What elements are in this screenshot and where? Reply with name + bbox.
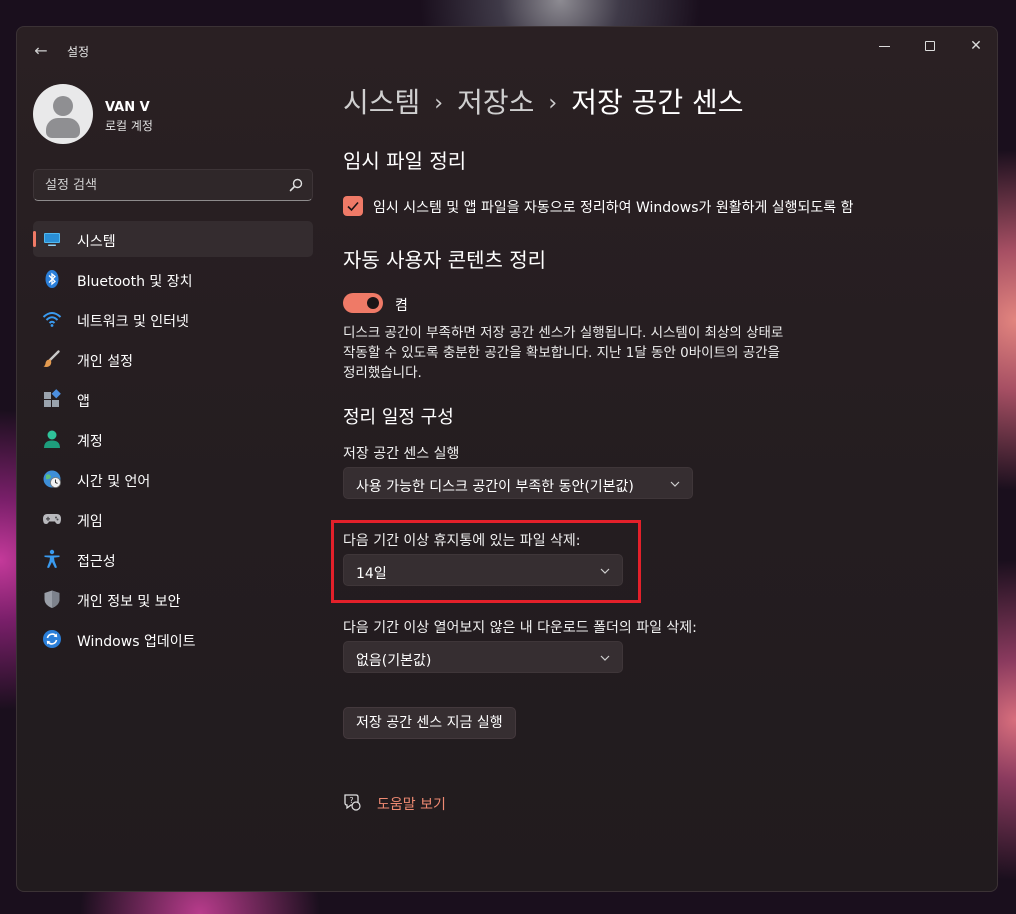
chevron-down-icon xyxy=(600,655,610,661)
sidebar-item-system[interactable]: 시스템 xyxy=(33,221,313,257)
temp-files-checkbox-label: 임시 시스템 및 앱 파일을 자동으로 정리하여 Windows가 원활하게 실… xyxy=(373,200,854,216)
sidebar-item-label: 네트워크 및 인터넷 xyxy=(77,314,189,330)
sidebar-item-label: 개인 설정 xyxy=(77,354,133,370)
sidebar-nav: 시스템 Bluetooth 및 장치 네트워크 및 인터넷 개인 설정 앱 계정… xyxy=(33,221,313,661)
sidebar-item-label: 접근성 xyxy=(77,554,116,570)
dropdown-value: 없음(기본값) xyxy=(356,653,432,669)
recycle-bin-label: 다음 기간 이상 휴지통에 있는 파일 삭제: xyxy=(343,533,581,549)
sidebar-item-windows-update[interactable]: Windows 업데이트 xyxy=(33,621,313,657)
sidebar-item-label: 게임 xyxy=(77,514,103,530)
breadcrumb-storage[interactable]: 저장소 xyxy=(457,86,534,119)
recycle-bin-dropdown[interactable]: 14일 xyxy=(343,554,623,586)
time-language-icon xyxy=(43,470,61,488)
dropdown-value: 사용 가능한 디스크 공간이 부족한 동안(기본값) xyxy=(356,479,634,495)
sidebar-item-gaming[interactable]: 게임 xyxy=(33,501,313,537)
shield-icon xyxy=(44,590,60,608)
breadcrumb: 시스템 › 저장소 › 저장 공간 센스 xyxy=(343,81,744,121)
downloads-label: 다음 기간 이상 열어보지 않은 내 다운로드 폴더의 파일 삭제: xyxy=(343,620,697,636)
downloads-dropdown[interactable]: 없음(기본값) xyxy=(343,641,623,673)
close-icon[interactable]: ✕ xyxy=(953,31,997,61)
settings-window: ← 설정 ✕ VAN V 로컬 계정 시스템 xyxy=(16,26,998,892)
temp-files-title: 임시 파일 정리 xyxy=(343,149,467,173)
sidebar-item-personalization[interactable]: 개인 설정 xyxy=(33,341,313,377)
temp-files-checkbox[interactable] xyxy=(343,196,363,216)
sidebar-item-time-language[interactable]: 시간 및 언어 xyxy=(33,461,313,497)
breadcrumb-separator: › xyxy=(548,91,558,116)
chevron-down-icon xyxy=(600,568,610,574)
apps-icon xyxy=(44,389,61,407)
run-storage-sense-dropdown[interactable]: 사용 가능한 디스크 공간이 부족한 동안(기본값) xyxy=(343,467,693,499)
sidebar-item-label: Bluetooth 및 장치 xyxy=(77,274,193,290)
toggle-state-label: 켬 xyxy=(395,298,408,314)
auto-cleanup-description: 디스크 공간이 부족하면 저장 공간 센스가 실행됩니다. 시스템이 최상의 상… xyxy=(343,325,784,381)
help-icon: ? xyxy=(344,794,361,811)
back-arrow-icon[interactable]: ← xyxy=(31,41,51,61)
sidebar-item-label: 계정 xyxy=(77,434,103,450)
system-icon xyxy=(44,233,60,246)
run-storage-sense-label: 저장 공간 센스 실행 xyxy=(343,446,460,462)
search-box[interactable] xyxy=(33,169,313,201)
minimize-icon[interactable] xyxy=(861,31,907,61)
account-icon xyxy=(44,430,60,448)
sidebar-item-label: 시간 및 언어 xyxy=(77,474,151,490)
accessibility-icon xyxy=(44,549,60,568)
help-link[interactable]: 도움말 보기 xyxy=(377,794,446,814)
account-type: 로컬 계정 xyxy=(105,119,153,133)
chevron-down-icon xyxy=(670,481,680,487)
sidebar-item-apps[interactable]: 앱 xyxy=(33,381,313,417)
sidebar-item-privacy[interactable]: 개인 정보 및 보안 xyxy=(33,581,313,617)
run-now-button[interactable]: 저장 공간 센스 지금 실행 xyxy=(343,707,516,739)
brush-icon xyxy=(43,350,60,367)
sidebar-item-label: Windows 업데이트 xyxy=(77,634,196,650)
update-icon xyxy=(43,630,61,648)
breadcrumb-separator: › xyxy=(434,91,444,116)
checkmark-icon xyxy=(347,201,359,212)
sidebar-item-accounts[interactable]: 계정 xyxy=(33,421,313,457)
sidebar-item-label: 개인 정보 및 보안 xyxy=(77,594,181,610)
sidebar-item-label: 시스템 xyxy=(77,234,116,250)
gamepad-icon xyxy=(43,514,61,524)
schedule-title: 정리 일정 구성 xyxy=(343,407,454,428)
search-input[interactable] xyxy=(34,170,312,200)
user-name: VAN V xyxy=(105,100,150,115)
breadcrumb-system[interactable]: 시스템 xyxy=(343,86,420,119)
sidebar-item-bluetooth[interactable]: Bluetooth 및 장치 xyxy=(33,261,313,297)
active-indicator xyxy=(33,231,36,247)
sidebar-item-network[interactable]: 네트워크 및 인터넷 xyxy=(33,301,313,337)
avatar[interactable] xyxy=(33,84,93,144)
breadcrumb-current: 저장 공간 센스 xyxy=(571,86,744,119)
app-title: 설정 xyxy=(67,45,90,59)
toggle-knob xyxy=(367,297,379,309)
maximize-icon[interactable] xyxy=(907,31,953,61)
sidebar-item-accessibility[interactable]: 접근성 xyxy=(33,541,313,577)
dropdown-value: 14일 xyxy=(356,566,387,582)
sidebar-item-label: 앱 xyxy=(77,394,90,410)
auto-cleanup-toggle[interactable] xyxy=(343,293,383,313)
search-icon[interactable] xyxy=(289,178,303,192)
auto-cleanup-title: 자동 사용자 콘텐츠 정리 xyxy=(343,248,547,272)
wifi-icon xyxy=(42,312,62,327)
bluetooth-icon xyxy=(45,270,59,288)
title-bar: ← 설정 ✕ xyxy=(17,27,997,73)
